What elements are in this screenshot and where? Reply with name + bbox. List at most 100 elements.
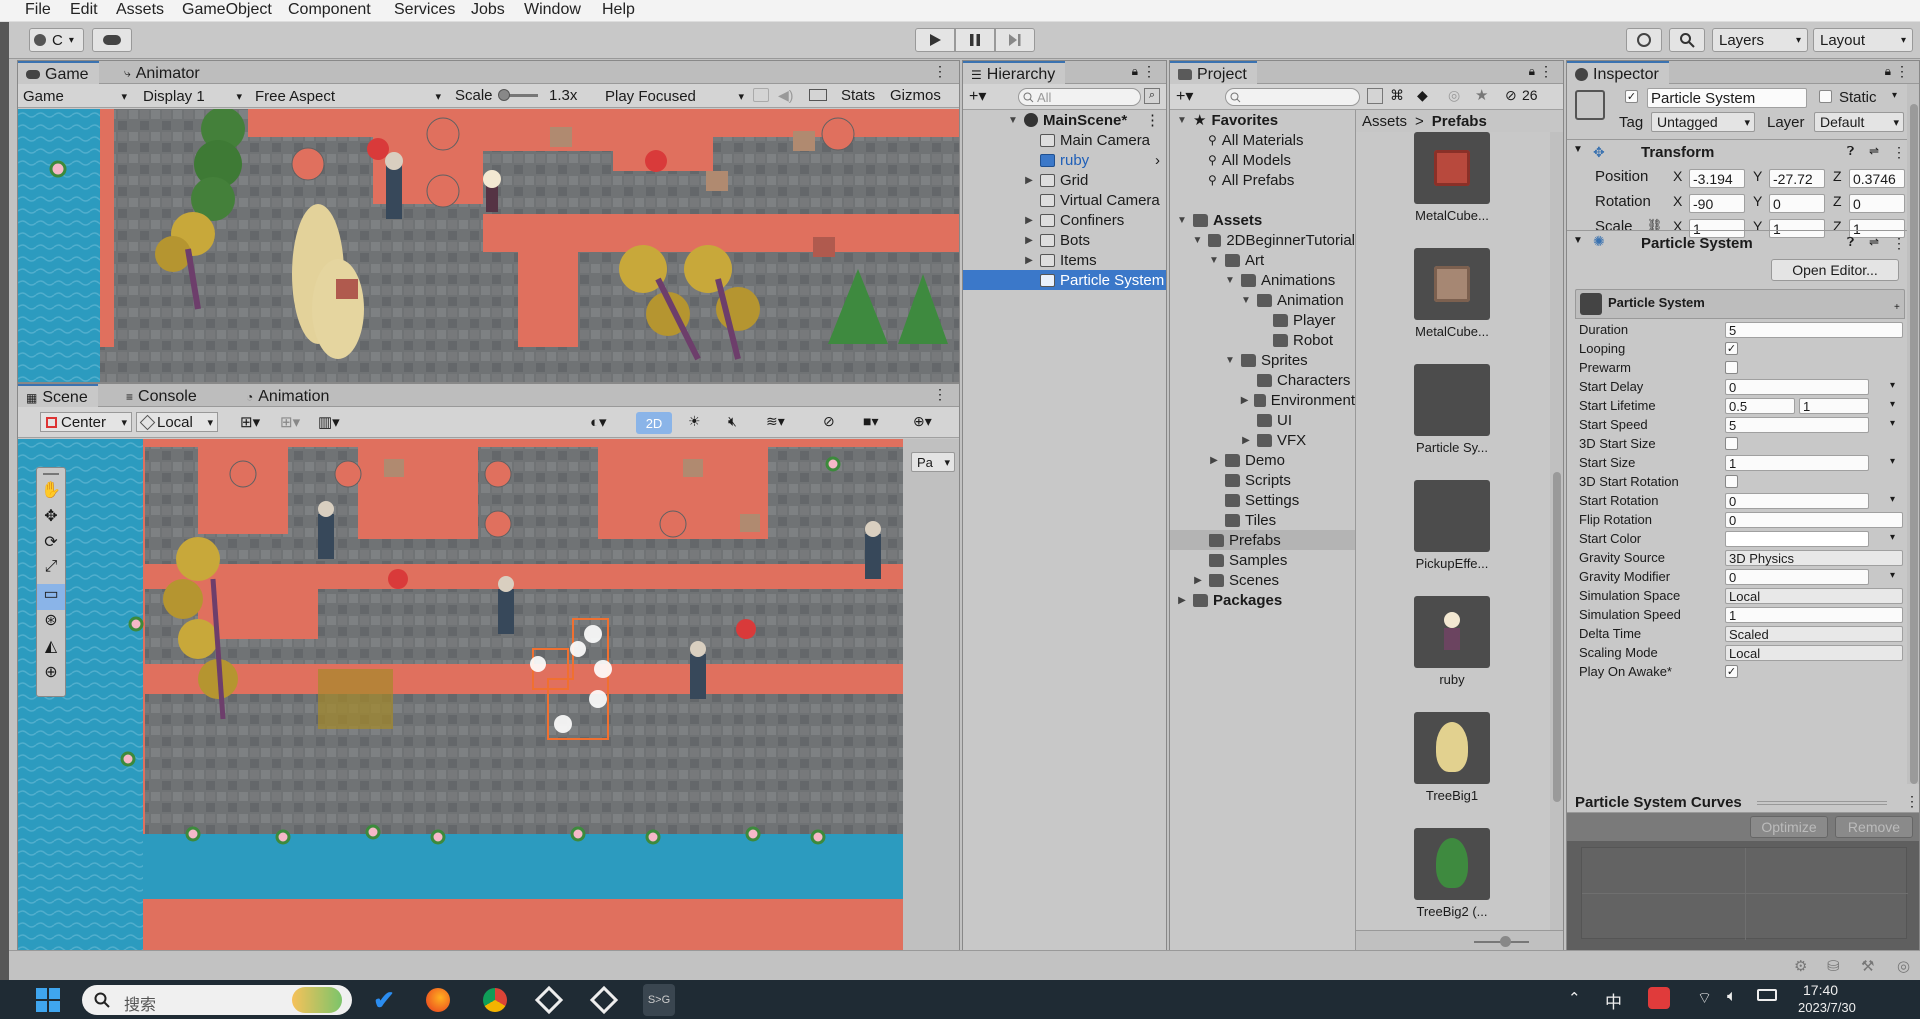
transform-rotation-y-field[interactable]: 0 [1769, 194, 1825, 213]
transform-position-y-field[interactable]: -27.72 [1769, 169, 1825, 188]
history-button[interactable] [1626, 28, 1662, 52]
project-folder-row[interactable]: ▼ Assets [1170, 210, 1355, 230]
pivot-tool-icon[interactable]: ⊕ [37, 662, 65, 688]
project-folder-row[interactable]: Samples [1170, 550, 1355, 570]
overlay-select[interactable]: Pa [911, 452, 955, 472]
asset-thumbnail[interactable] [1414, 596, 1490, 668]
panel-menu-icon[interactable]: ⋮ [1142, 63, 1156, 80]
fold-arrow-icon[interactable]: ▶ [1240, 395, 1249, 406]
object-name-field[interactable]: Particle System [1647, 88, 1807, 108]
panel-menu-icon[interactable]: ⋮ [1905, 793, 1919, 810]
asset-thumbnail[interactable] [1414, 248, 1490, 320]
step-button[interactable] [995, 28, 1035, 52]
menu-window[interactable]: Window [524, 1, 581, 19]
lock-icon[interactable]: 🔒︎ [1132, 64, 1138, 79]
search-scope-icon[interactable] [1367, 88, 1383, 104]
remove-button[interactable]: Remove [1835, 816, 1913, 838]
fold-arrow-icon[interactable]: ▶ [1023, 235, 1035, 246]
project-folder-row[interactable]: UI [1170, 410, 1355, 430]
fold-arrow-icon[interactable]: ▼ [1573, 144, 1583, 155]
curve-mode-icon[interactable]: ▾ [1890, 494, 1895, 505]
favorites-row[interactable]: ▼ ★ Favorites [1170, 110, 1355, 130]
scene-viewport[interactable] [18, 439, 903, 959]
vsync-icon[interactable] [753, 88, 769, 102]
asset-thumbnail[interactable] [1414, 712, 1490, 784]
wifi-icon[interactable]: ⌔ [1697, 988, 1712, 1008]
rect-tool-icon[interactable]: ▭ [37, 584, 65, 610]
unity-editor-icon[interactable] [588, 984, 620, 1016]
hidden-objects-icon[interactable]: ⊘ [823, 413, 835, 430]
space-select[interactable]: Local [136, 412, 218, 432]
stats-button[interactable]: Stats [841, 87, 875, 104]
fold-arrow-icon[interactable]: ▼ [1176, 215, 1188, 226]
layers-dropdown[interactable]: Layers ▾ [1712, 28, 1808, 52]
fold-arrow-icon[interactable]: ▶ [1176, 595, 1188, 606]
property-field[interactable]: 1 [1725, 607, 1903, 623]
curve-mode-icon[interactable]: ▾ [1890, 399, 1895, 410]
property-field[interactable]: 5 [1725, 322, 1903, 338]
hidden-packages-icon[interactable]: ⊘ [1505, 87, 1517, 104]
property-select[interactable]: Local [1725, 645, 1903, 661]
clock-time[interactable]: 17:40 [1803, 982, 1838, 998]
transform-position-x-field[interactable]: -3.194 [1689, 169, 1745, 188]
property-field[interactable]: 0 [1725, 493, 1869, 509]
start-button[interactable] [32, 984, 64, 1016]
gizmos-icon[interactable]: ⊕▾ [913, 413, 932, 430]
transform-rotation-x-field[interactable]: -90 [1689, 194, 1745, 213]
breadcrumb-item[interactable]: Prefabs [1432, 113, 1487, 130]
debug-icon[interactable]: ⚒ [1861, 957, 1874, 975]
ime-indicator[interactable]: 中 [1605, 988, 1622, 1013]
fold-arrow-icon[interactable]: ▶ [1023, 175, 1035, 186]
progress-icon[interactable]: ◎ [1897, 957, 1910, 975]
property-select[interactable]: Scaled [1725, 626, 1903, 642]
menu-component[interactable]: Component [288, 1, 371, 19]
layout-dropdown[interactable]: Layout ▾ [1813, 28, 1913, 52]
preset-icon[interactable]: ⇌ [1869, 235, 1879, 249]
preset-icon[interactable]: ⇌ [1869, 144, 1879, 158]
project-folder-row[interactable]: Robot [1170, 330, 1355, 350]
menu-edit[interactable]: Edit [70, 1, 98, 19]
volume-icon[interactable]: 🔈︎ [1727, 988, 1737, 1006]
property-field[interactable]: 0 [1725, 512, 1903, 528]
create-button[interactable]: +▾ [969, 86, 986, 106]
menu-file[interactable]: File [25, 1, 51, 19]
hierarchy-item[interactable]: Virtual Camera [963, 190, 1166, 210]
cloud-button[interactable] [92, 28, 132, 52]
axis-label[interactable]: Y [1753, 168, 1762, 184]
axis-label[interactable]: Z [1833, 193, 1842, 209]
play-mode-select[interactable]: Play Focused [600, 86, 748, 106]
favorite-item[interactable]: ⚲ All Models [1170, 150, 1291, 170]
project-folder-row[interactable]: Tiles [1170, 510, 1355, 530]
axis-label[interactable]: Z [1833, 168, 1842, 184]
project-search-input[interactable] [1225, 88, 1360, 106]
asset-scrollbar-thumb[interactable] [1553, 472, 1561, 802]
property-field[interactable]: 5 [1725, 417, 1869, 433]
project-folder-row[interactable]: ▼ Sprites [1170, 350, 1355, 370]
fold-arrow-icon[interactable]: ▼ [1208, 255, 1220, 266]
taskbar-search[interactable]: 搜索 [82, 985, 352, 1015]
chevron-down-icon[interactable]: ▾ [1892, 90, 1897, 101]
mute-icon[interactable]: ◀) [778, 87, 793, 104]
panel-menu-icon[interactable]: ⋮ [1895, 63, 1909, 80]
scale-tool-icon[interactable]: ⤢ [37, 558, 65, 584]
cache-icon[interactable]: ⛁ [1827, 957, 1840, 975]
tools-grip[interactable] [43, 473, 59, 475]
asset-thumbnail[interactable] [1414, 828, 1490, 900]
tab-console[interactable]: ≡ Console [118, 384, 207, 407]
axis-label[interactable]: X [1673, 168, 1682, 184]
help-icon[interactable]: ❓︎ [1847, 235, 1854, 250]
particle-system-header[interactable]: ▼ ✺ Particle System ❓︎ ⇌ ⋮ [1567, 232, 1907, 256]
move-tool-icon[interactable]: ✥ [37, 506, 65, 532]
chevron-right-icon[interactable]: › [1155, 152, 1160, 169]
static-checkbox[interactable] [1819, 90, 1832, 103]
aspect-select[interactable]: Free Aspect [250, 86, 445, 106]
fold-arrow-icon[interactable]: ▼ [1192, 235, 1203, 246]
curve-mode-icon[interactable]: ▾ [1890, 380, 1895, 391]
project-folder-row[interactable]: Player [1170, 310, 1355, 330]
panel-menu-icon[interactable]: ⋮ [1145, 111, 1160, 129]
curve-mode-icon[interactable]: ▾ [1890, 456, 1895, 467]
transform-header[interactable]: ▼ ✥ Transform ❓︎ ⇌ ⋮ [1567, 141, 1907, 165]
curves-graph[interactable] [1581, 847, 1908, 940]
pivot-select[interactable]: Center [40, 412, 132, 432]
fold-arrow-icon[interactable]: ▼ [1007, 115, 1019, 126]
